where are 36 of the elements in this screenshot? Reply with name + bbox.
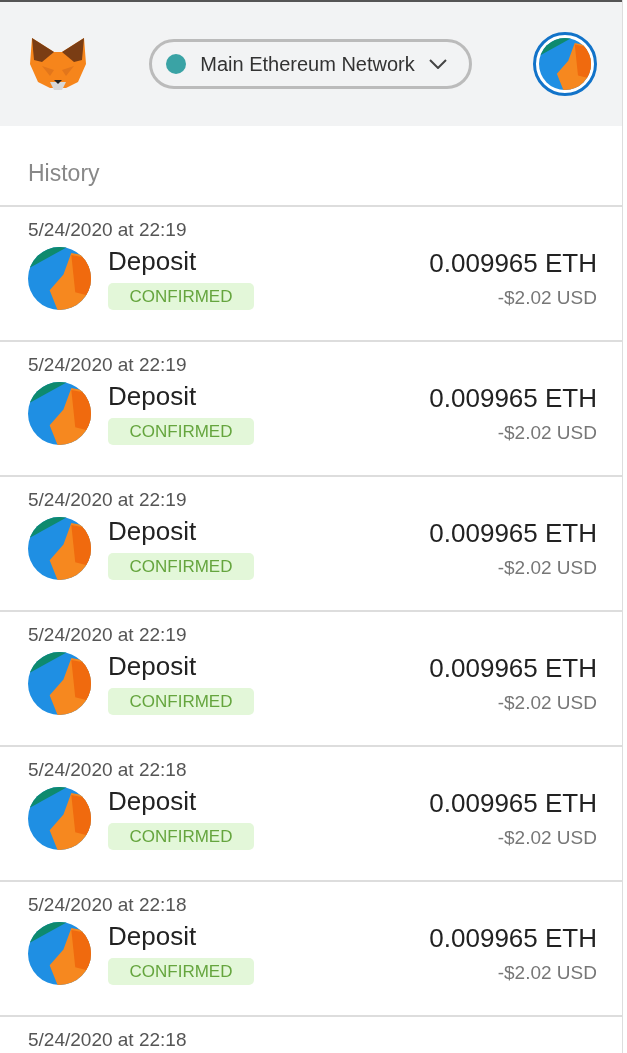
status-badge: CONFIRMED [108, 823, 254, 850]
transaction-title: Deposit [108, 381, 197, 411]
fox-logo-icon [28, 36, 88, 92]
usd-amount: -$2.02 USD [497, 421, 597, 444]
transaction-title: Deposit [108, 786, 197, 816]
transaction-date: 5/24/2020 at 22:19 [28, 354, 187, 376]
status-badge: CONFIRMED [108, 553, 254, 580]
transaction-date: 5/24/2020 at 22:19 [28, 489, 187, 511]
transaction-date: 5/24/2020 at 22:18 [28, 894, 187, 916]
transaction-date: 5/24/2020 at 22:18 [28, 759, 187, 781]
eth-amount: 0.009965 ETH [429, 382, 597, 413]
eth-amount: 0.009965 ETH [429, 247, 597, 278]
eth-amount: 0.009965 ETH [429, 517, 597, 548]
eth-amount: 0.009965 ETH [429, 922, 597, 953]
usd-amount: -$2.02 USD [497, 826, 597, 849]
status-badge: CONFIRMED [108, 688, 254, 715]
status-badge: CONFIRMED [108, 958, 254, 985]
chevron-down-icon [428, 59, 447, 69]
usd-amount: -$2.02 USD [497, 691, 597, 714]
transaction-title: Deposit [108, 921, 197, 951]
transaction-date: 5/24/2020 at 22:19 [28, 624, 187, 646]
network-selector[interactable]: Main Ethereum Network [149, 39, 472, 89]
account-avatar[interactable] [533, 32, 597, 96]
status-badge: CONFIRMED [108, 418, 254, 445]
transaction-date: 5/24/2020 at 22:19 [28, 219, 187, 241]
transaction-title: Deposit [108, 246, 197, 276]
eth-amount: 0.009965 ETH [429, 787, 597, 818]
transaction-title: Deposit [108, 651, 197, 681]
transaction-date: 5/24/2020 at 22:18 [28, 1029, 187, 1051]
status-badge: CONFIRMED [108, 283, 254, 310]
history-heading: History [28, 160, 100, 186]
transaction-title: Deposit [108, 516, 197, 546]
eth-amount: 0.009965 ETH [429, 652, 597, 683]
usd-amount: -$2.02 USD [497, 286, 597, 309]
usd-amount: -$2.02 USD [497, 556, 597, 579]
usd-amount: -$2.02 USD [497, 961, 597, 984]
